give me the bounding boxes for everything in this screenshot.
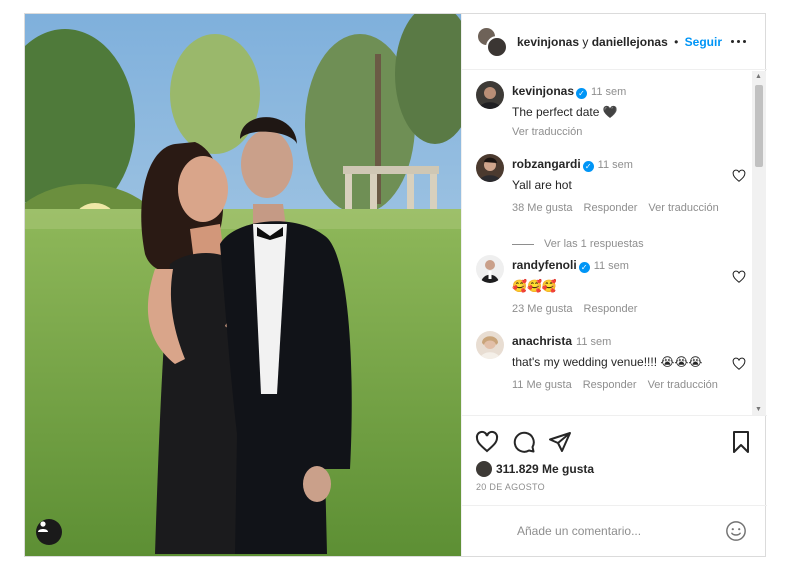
- separator: •: [674, 35, 679, 49]
- heart-icon[interactable]: [732, 357, 746, 371]
- more-icon[interactable]: [731, 34, 749, 48]
- comment-username[interactable]: randyfenoli: [512, 258, 577, 272]
- likes-count[interactable]: 311.829 Me gusta: [496, 462, 594, 476]
- comment-icon[interactable]: [512, 430, 536, 454]
- add-comment-bar: Añade un comentario...: [462, 505, 767, 556]
- avatar-image: [481, 260, 499, 283]
- reply-button[interactable]: Responder: [584, 303, 638, 315]
- caption-text: The perfect date 🖤: [512, 105, 618, 119]
- scroll-up-icon[interactable]: ▲: [755, 73, 762, 80]
- comment-username[interactable]: robzangardi: [512, 157, 581, 171]
- heart-icon[interactable]: [732, 169, 746, 183]
- comment-time[interactable]: 11 sem: [594, 260, 629, 272]
- collab-avatars[interactable]: [476, 26, 508, 58]
- instagram-post: kevinjonas y daniellejonas • Seguir kevi…: [24, 13, 767, 557]
- author-conjunction: y: [582, 35, 589, 49]
- scroll-down-icon[interactable]: ▼: [755, 406, 762, 413]
- comment-username[interactable]: kevinjonas: [512, 84, 574, 98]
- comment-text: Yall are hot: [512, 178, 572, 192]
- translate-link[interactable]: Ver traducción: [512, 126, 582, 138]
- heart-icon[interactable]: [475, 430, 499, 454]
- comment-text: that's my wedding venue!!!! 😭😭😭: [512, 355, 703, 369]
- author-username[interactable]: kevinjonas: [517, 35, 579, 49]
- heart-icon[interactable]: [732, 270, 746, 284]
- avatar[interactable]: [476, 154, 504, 182]
- comments-list: kevinjonas ✓ 11 sem The perfect date 🖤 Ver…: [462, 71, 767, 415]
- avatar[interactable]: [476, 331, 504, 359]
- comment-time[interactable]: 11 sem: [576, 336, 611, 348]
- follow-button[interactable]: Seguir: [685, 35, 722, 49]
- tagged-users-button[interactable]: [36, 519, 62, 545]
- post-likes[interactable]: 311.829 Me gusta: [476, 461, 594, 477]
- post-authors: kevinjonas y daniellejonas • Seguir: [517, 35, 722, 49]
- reply-button[interactable]: Responder: [583, 379, 637, 391]
- post-actions: 311.829 Me gusta 20 DE AGOSTO: [462, 415, 767, 505]
- avatar-image: [479, 87, 501, 109]
- comment-username[interactable]: anachrista: [512, 334, 572, 348]
- comments-scrollbar[interactable]: ▲ ▼: [752, 71, 766, 415]
- reply-button[interactable]: Responder: [584, 202, 638, 214]
- translate-link[interactable]: Ver traducción: [648, 202, 718, 214]
- avatar-image: [479, 157, 501, 182]
- post-sidebar: kevinjonas y daniellejonas • Seguir kevi…: [461, 14, 767, 556]
- comment-text: 🥰🥰🥰: [512, 279, 557, 293]
- avatar-image: [480, 336, 500, 359]
- verified-badge-icon: ✓: [582, 161, 594, 172]
- comment-input[interactable]: Añade un comentario...: [517, 524, 641, 538]
- share-icon[interactable]: [548, 430, 572, 454]
- translate-link[interactable]: Ver traducción: [648, 379, 718, 391]
- avatar: [476, 461, 492, 477]
- user-tag-icon: [38, 521, 48, 532]
- verified-badge-icon: ✓: [578, 262, 590, 273]
- avatar: [486, 36, 508, 58]
- emoji-icon[interactable]: [725, 520, 747, 542]
- view-replies-link[interactable]: Ver las 1 respuestas: [512, 238, 644, 250]
- post-photo-illustration: [25, 14, 461, 556]
- comment-likes[interactable]: 38 Me gusta: [512, 202, 573, 214]
- comment-time[interactable]: 11 sem: [591, 86, 626, 98]
- avatar[interactable]: [476, 81, 504, 109]
- post-date[interactable]: 20 DE AGOSTO: [476, 482, 545, 492]
- comment-likes[interactable]: 11 Me gusta: [512, 379, 572, 391]
- verified-badge-icon: ✓: [576, 88, 588, 99]
- scrollbar-thumb[interactable]: [755, 85, 763, 167]
- post-photo[interactable]: [25, 14, 461, 556]
- avatar[interactable]: [476, 255, 504, 283]
- post-header: kevinjonas y daniellejonas • Seguir: [462, 14, 767, 70]
- bookmark-icon[interactable]: [729, 430, 753, 454]
- comment-time[interactable]: 11 sem: [598, 159, 633, 171]
- author-username[interactable]: daniellejonas: [592, 35, 668, 49]
- comment-likes[interactable]: 23 Me gusta: [512, 303, 573, 315]
